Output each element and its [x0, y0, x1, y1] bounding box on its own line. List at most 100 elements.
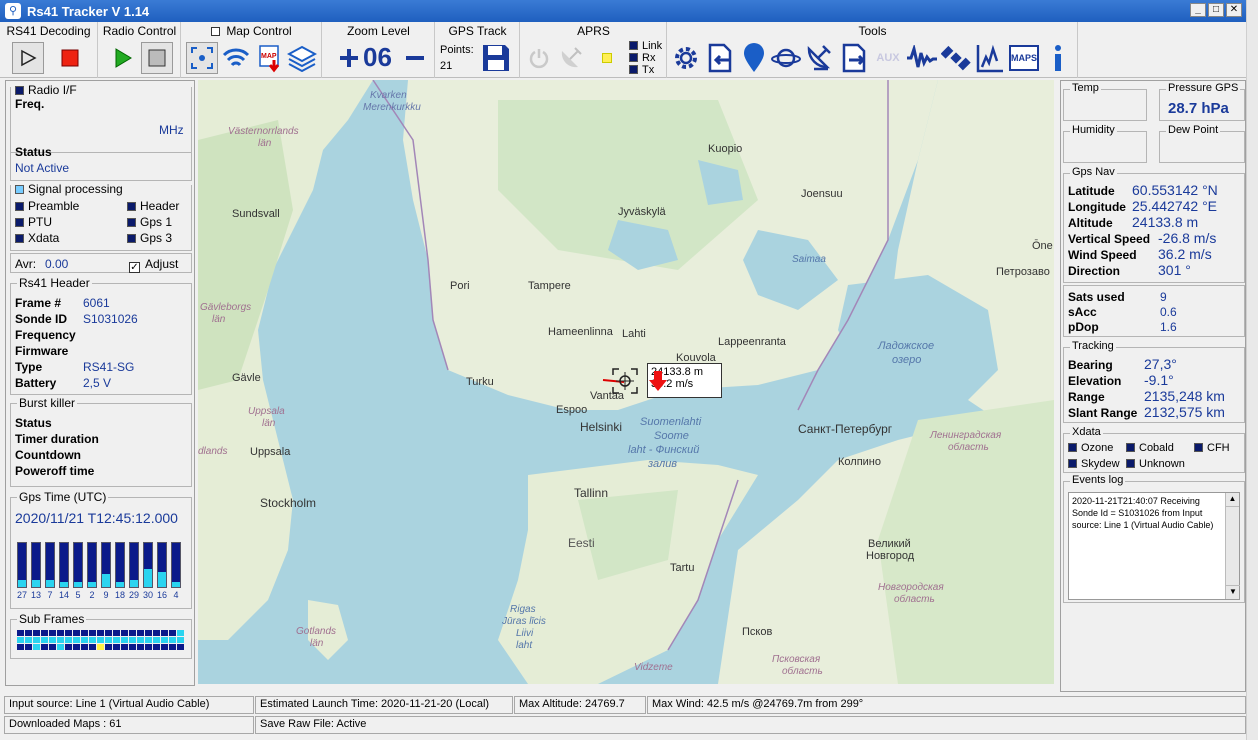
- status-input-source: Input source: Line 1 (Virtual Audio Cabl…: [4, 696, 254, 714]
- cobald-led-icon: [1126, 443, 1135, 452]
- zoom-level-title: Zoom Level: [347, 24, 410, 38]
- map-view[interactable]: Kvarken Merenkurkku Västernorrlands län …: [198, 80, 1054, 684]
- scroll-up-arrow-icon[interactable]: ▲: [1226, 493, 1239, 507]
- link-led-icon: [629, 41, 638, 50]
- map-label-petrozavodsk: Петрозаво: [996, 266, 1050, 278]
- zoom-out-button[interactable]: [399, 42, 431, 74]
- events-log-scrollbar[interactable]: ▲ ▼: [1225, 493, 1240, 599]
- sonde-id-label: Sonde ID: [15, 312, 68, 326]
- map-label-sundsvall: Sundsvall: [232, 208, 280, 220]
- status-value: Not Active: [15, 161, 70, 175]
- map-label-vidzeme: Vidzeme: [634, 662, 673, 673]
- zoom-level-group: Zoom Level 06: [323, 22, 435, 78]
- map-label-laht-finskiy: laht - Финский: [628, 444, 700, 456]
- sub-frame-cell: [25, 630, 32, 636]
- save-track-button[interactable]: [480, 42, 512, 74]
- aprs-power-button[interactable]: [523, 42, 555, 74]
- longitude-value: 25.442742 °E: [1132, 198, 1218, 214]
- scroll-down-arrow-icon[interactable]: ▼: [1226, 585, 1240, 599]
- close-button[interactable]: ✕: [1226, 3, 1242, 17]
- sub-frame-cell: [145, 644, 152, 650]
- minimize-button[interactable]: _: [1190, 3, 1206, 17]
- sat-bar-level: [116, 582, 124, 587]
- sub-frame-cell: [169, 637, 176, 643]
- map-download-button[interactable]: MAP: [254, 42, 286, 74]
- tools-title: Tools: [858, 24, 887, 38]
- satellite-dish-gray-icon: [561, 47, 582, 68]
- map-label-gavleborgs: Gävleborgs: [200, 302, 252, 313]
- sat-bar: [45, 542, 55, 588]
- planet-button[interactable]: [770, 42, 802, 74]
- antenna-button[interactable]: [804, 42, 836, 74]
- sub-frame-cell: [153, 644, 160, 650]
- events-log-textarea[interactable]: 2020-11-21T21:40:07 Receiving Sonde Id =…: [1068, 492, 1240, 600]
- sonde-marker[interactable]: [610, 366, 640, 396]
- wind-speed-label: Wind Speed: [1068, 248, 1137, 262]
- aprs-indicators: Link Rx Tx: [629, 40, 662, 76]
- info-button[interactable]: [1042, 42, 1074, 74]
- center-map-button[interactable]: [186, 42, 218, 74]
- map-label-stockholm: Stockholm: [260, 496, 317, 510]
- sat-bar-label: 29: [128, 590, 139, 600]
- maps-button[interactable]: MAPS: [1008, 42, 1040, 74]
- temp-group: Temp: [1063, 82, 1147, 121]
- map-label-oblast-1: область: [948, 442, 989, 453]
- radio-stop-button[interactable]: [141, 42, 173, 74]
- sat-bar-label: 7: [47, 590, 53, 600]
- sub-frame-cell: [73, 630, 80, 636]
- sub-frame-cell: [89, 637, 96, 643]
- maximize-button[interactable]: □: [1208, 3, 1224, 17]
- satellite-button[interactable]: [940, 42, 972, 74]
- sub-frame-cell: [49, 644, 56, 650]
- direction-label: Direction: [1068, 264, 1121, 278]
- aux-button[interactable]: AUX: [872, 42, 904, 74]
- signal-title: Signal processing: [28, 182, 123, 196]
- map-control-title: Map Control: [226, 24, 292, 38]
- map-label-pori: Pori: [450, 280, 470, 292]
- map-label-gavle: Gävle: [232, 372, 261, 384]
- decode-play-button[interactable]: [12, 42, 44, 74]
- wifi-button[interactable]: [220, 42, 252, 74]
- sub-frame-cell: [33, 637, 40, 643]
- settings-button[interactable]: [670, 42, 702, 74]
- map-label-novgorod: Новгород: [866, 550, 915, 562]
- wifi-icon: [222, 48, 250, 67]
- planet-icon: [771, 48, 801, 68]
- signal-button[interactable]: [906, 42, 938, 74]
- tx-label: Tx: [642, 64, 655, 76]
- sonde-info-callout: 24133.8 m 36.2 m/s: [647, 363, 722, 398]
- sub-frame-cell: [17, 637, 24, 643]
- elevation-value: -9.1°: [1144, 372, 1174, 388]
- sub-frame-cell: [145, 637, 152, 643]
- sub-frames-title: Sub Frames: [17, 612, 87, 626]
- zoom-in-button[interactable]: [333, 42, 365, 74]
- sat-bar-level: [172, 582, 180, 587]
- profile-button[interactable]: [974, 42, 1006, 74]
- decode-stop-button[interactable]: [54, 42, 86, 74]
- humidity-group: Humidity: [1063, 124, 1147, 163]
- map-label-novgorodskaya: Новгородская: [878, 582, 944, 593]
- gps-points-label: Points:: [440, 44, 474, 56]
- skydew-led-icon: [1068, 459, 1077, 468]
- layers-button[interactable]: [286, 42, 318, 74]
- location-button[interactable]: [738, 42, 770, 74]
- map-label-turku: Turku: [466, 376, 494, 388]
- sat-bar-level: [130, 580, 138, 587]
- pressure-value: 28.7 hPa: [1168, 100, 1229, 117]
- sat-bar-label: 18: [114, 590, 125, 600]
- radio-play-button[interactable]: [107, 42, 139, 74]
- sub-frame-cell: [57, 637, 64, 643]
- map-label-ozero: озеро: [892, 354, 922, 366]
- map-label-espoo: Espoo: [556, 404, 588, 416]
- map-label-kvarken: Kvarken: [370, 90, 407, 101]
- unknown-led-icon: [1126, 459, 1135, 468]
- export-button[interactable]: [838, 42, 870, 74]
- import-button[interactable]: [704, 42, 736, 74]
- adjust-checkbox[interactable]: ✓: [129, 262, 140, 273]
- sat-bar: [101, 542, 111, 588]
- sub-frame-cell: [97, 637, 104, 643]
- map-control-checkbox[interactable]: [211, 27, 221, 36]
- wind-speed-value: 36.2 m/s: [1158, 246, 1212, 262]
- gps-points-value: 21: [440, 60, 453, 72]
- aprs-antenna-button[interactable]: [555, 42, 587, 74]
